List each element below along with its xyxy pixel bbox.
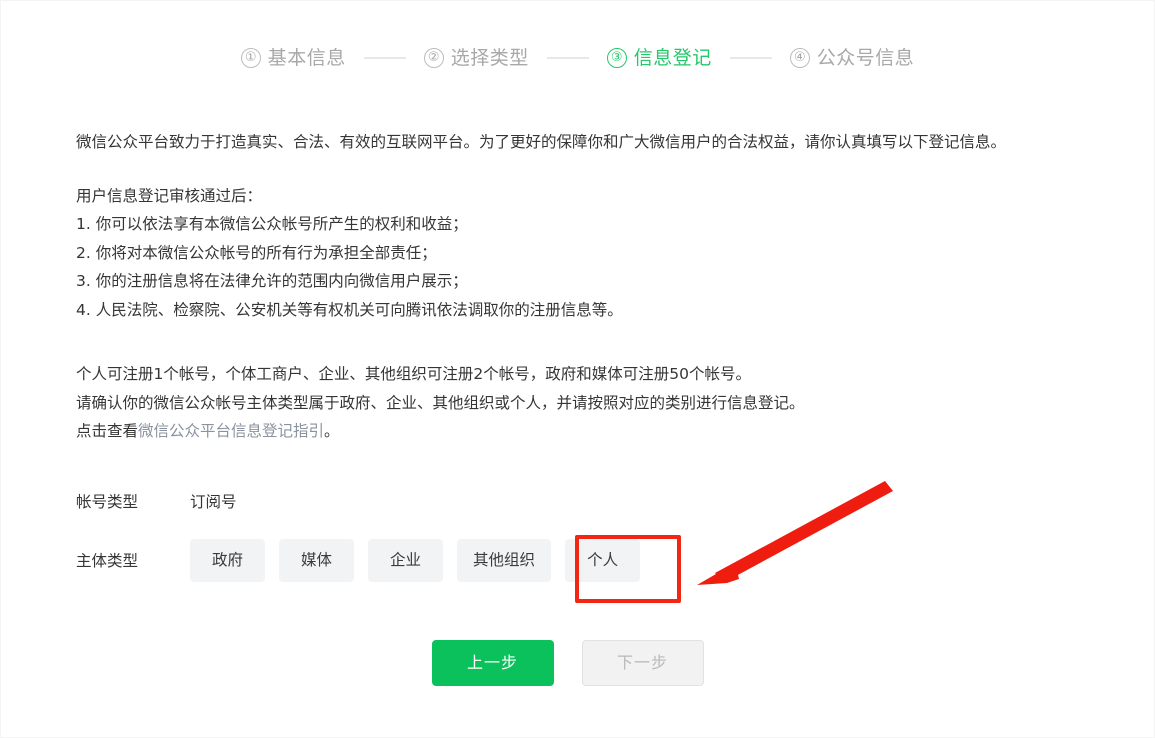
confirm-line: 请确认你的微信公众帐号主体类型属于政府、企业、其他组织或个人，并请按照对应的类别… (76, 396, 1154, 412)
subject-type-other-organization-button[interactable]: 其他组织 (457, 539, 551, 583)
step-4-number-icon: ④ (790, 48, 810, 68)
step-2-label: 选择类型 (451, 49, 529, 68)
account-type-row: 帐号类型 订阅号 (76, 490, 1154, 512)
subject-type-government-button[interactable]: 政府 (190, 539, 265, 583)
account-type-label: 帐号类型 (76, 490, 186, 512)
registration-stepper: ① 基本信息 ② 选择类型 ③ 信息登记 ④ 公众号信息 (1, 1, 1154, 73)
step-connector-2 (547, 57, 589, 59)
registration-form: 帐号类型 订阅号 主体类型 政府 媒体 企业 其他组织 个人 (1, 490, 1154, 583)
paragraph-spacer (76, 331, 1154, 367)
step-connector-3 (730, 57, 772, 59)
notice-list-item: 4. 人民法院、检察院、公安机关等有权机关可向腾讯依法调取你的注册信息等。 (76, 303, 1154, 319)
quota-line: 个人可注册1个帐号，个体工商户、企业、其他组织可注册2个帐号，政府和媒体可注册5… (76, 367, 1154, 383)
subject-type-enterprise-button[interactable]: 企业 (368, 539, 443, 583)
registration-page: { "stepper": { "steps": [ { "num": "①", … (0, 0, 1155, 738)
registration-notice: 微信公众平台致力于打造真实、合法、有效的互联网平台。为了更好的保障你和广大微信用… (1, 135, 1154, 440)
subject-type-media-button[interactable]: 媒体 (279, 539, 354, 583)
previous-step-button[interactable]: 上一步 (432, 640, 554, 686)
step-2-number-icon: ② (424, 48, 444, 68)
step-info-registration[interactable]: ③ 信息登记 (607, 48, 712, 68)
next-step-button: 下一步 (582, 640, 704, 686)
step-connector-1 (364, 57, 406, 59)
notice-list-item: 2. 你将对本微信公众帐号的所有行为承担全部责任； (76, 246, 1154, 262)
notice-list-heading: 用户信息登记审核通过后： (76, 189, 1154, 205)
guide-prefix-text: 点击查看 (76, 422, 138, 440)
subject-type-button-group: 政府 媒体 企业 其他组织 个人 (186, 539, 640, 583)
step-3-label: 信息登记 (634, 49, 712, 68)
guide-suffix-text: 。 (324, 422, 340, 440)
form-actions: 上一步 下一步 (1, 640, 1154, 686)
step-basic-info[interactable]: ① 基本信息 (241, 48, 346, 68)
step-select-type[interactable]: ② 选择类型 (424, 48, 529, 68)
notice-list-item: 3. 你的注册信息将在法律允许的范围内向微信用户展示； (76, 274, 1154, 290)
account-type-value: 订阅号 (186, 490, 237, 512)
step-3-number-icon: ③ (607, 48, 627, 68)
registration-guide-link[interactable]: 微信公众平台信息登记指引 (138, 422, 324, 440)
notice-lead-paragraph: 微信公众平台致力于打造真实、合法、有效的互联网平台。为了更好的保障你和广大微信用… (76, 135, 1154, 151)
step-1-number-icon: ① (241, 48, 261, 68)
step-4-label: 公众号信息 (817, 49, 915, 68)
subject-type-row: 主体类型 政府 媒体 企业 其他组织 个人 (76, 539, 1154, 583)
guide-line: 点击查看微信公众平台信息登记指引。 (76, 424, 1154, 440)
step-account-info[interactable]: ④ 公众号信息 (790, 48, 915, 68)
subject-type-label: 主体类型 (76, 549, 186, 571)
notice-list-item: 1. 你可以依法享有本微信公众帐号所产生的权利和收益； (76, 217, 1154, 233)
step-1-label: 基本信息 (268, 49, 346, 68)
subject-type-individual-button[interactable]: 个人 (565, 539, 640, 583)
